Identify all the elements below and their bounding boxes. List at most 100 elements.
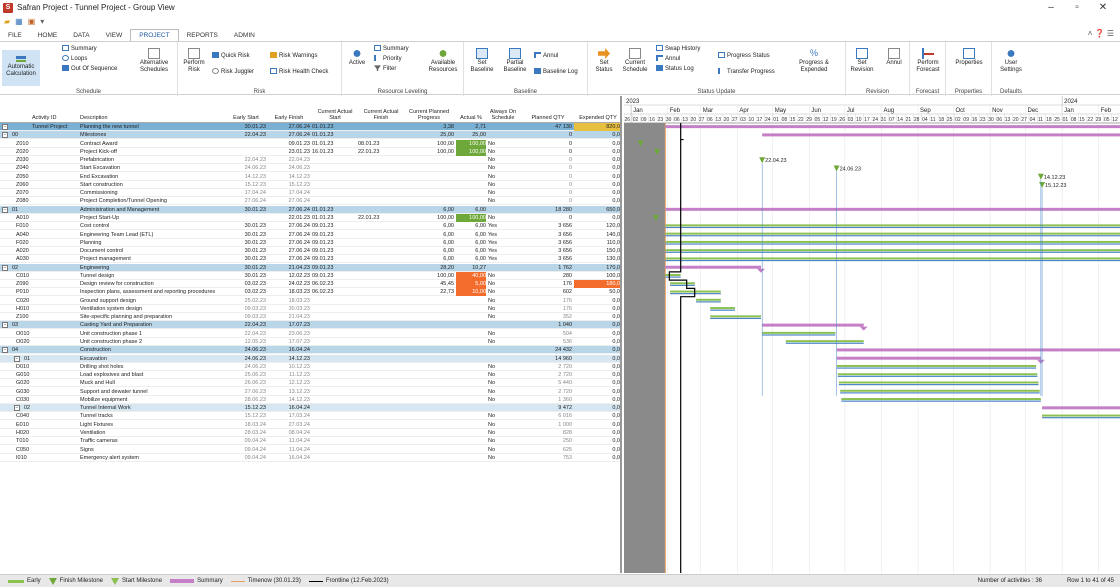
current-schedule-button[interactable]: Current Schedule <box>620 48 650 74</box>
layout-icon[interactable]: ▣ <box>28 17 36 26</box>
col-expended-qty[interactable]: Expended QTY <box>574 115 620 121</box>
automatic-calculation-button[interactable]: Automatic Calculation <box>2 50 40 86</box>
group-row[interactable]: −02 Tunnel Internal Work 15.12.23 16.04.24 9… <box>0 404 620 413</box>
table-row[interactable]: G010 Load explosives and blast 25.06.23 11.… <box>0 371 620 380</box>
table-row[interactable]: G020 Muck and Hull 26.06.23 12.12.23 No 5 440… <box>0 379 620 388</box>
grid-view-icon[interactable]: ▦ <box>15 17 23 26</box>
table-row[interactable]: C050 Signs 09.04.24 11.04.24 No 625 0,0 <box>0 446 620 454</box>
table-row[interactable]: Z090 Design review for construction 03.02.… <box>0 280 620 289</box>
group-row[interactable]: −03 Casting Yard and Preparation 22.04.23 1… <box>0 321 620 330</box>
col-early-start[interactable]: Early Start <box>226 115 266 121</box>
tab-view[interactable]: VIEW <box>98 30 131 41</box>
filter-button[interactable]: Filter <box>374 65 396 73</box>
table-row[interactable]: A010 Project Start-Up 22.01.23 01.01.23 22.0… <box>0 213 620 222</box>
revision-annul-button[interactable]: Annul <box>880 48 908 67</box>
transfer-progress-button[interactable]: Transfer Progress <box>718 68 775 76</box>
table-row[interactable]: A020 Document control 30.01.23 27.06.24 09.0… <box>0 247 620 256</box>
collapse-icon[interactable]: − <box>2 264 8 271</box>
table-row[interactable]: Z030 Prefabrication 22.04.23 22.04.23 No 0 0,0 <box>0 156 620 165</box>
user-settings-button[interactable]: User Settings <box>994 48 1028 74</box>
folder-icon[interactable]: ▰ <box>4 17 10 26</box>
group-row[interactable]: −01 Excavation 24.06.23 14.12.23 14 960 0,0 <box>0 354 620 363</box>
table-row[interactable]: H020 Ventilation 28.03.24 08.04.24 No 828 0,0 <box>0 429 620 437</box>
partial-baseline-button[interactable]: Partial Baseline <box>500 48 530 74</box>
status-log-button[interactable]: Status Log <box>656 65 694 73</box>
active-button[interactable]: Active <box>344 48 370 67</box>
col-actual-pct[interactable]: Actual % <box>456 115 486 121</box>
table-row[interactable]: O010 Unit construction phase 1 22.04.23 23.… <box>0 330 620 338</box>
table-row[interactable]: D010 Drilling shot holes 24.06.23 10.12.23 N… <box>0 363 620 371</box>
table-row[interactable]: A040 Engineering Team Lead (ETL) 30.01.23 2… <box>0 231 620 239</box>
swap-history-button[interactable]: Swap History <box>656 45 700 53</box>
group-row[interactable]: −01 Administration and Management 30.01.23… <box>0 205 620 214</box>
tab-file[interactable]: FILE <box>0 30 30 41</box>
table-row[interactable]: Z080 Project Completion/Tunnel Opening 27.… <box>0 197 620 206</box>
table-row[interactable]: C010 Tunnel design 30.01.23 12.02.23 09.01.2… <box>0 271 620 280</box>
group-row[interactable]: −02 Engineering 30.01.23 21.04.23 09.01.23 28… <box>0 263 620 272</box>
maximize-icon[interactable]: ▫ <box>1064 0 1090 15</box>
baseline-log-button[interactable]: Baseline Log <box>534 68 578 76</box>
col-description[interactable]: Description <box>80 115 210 121</box>
collapse-icon[interactable]: − <box>2 347 8 354</box>
col-actual-start[interactable]: Current Actual Start <box>312 109 358 121</box>
loops-button[interactable]: Loops <box>62 55 87 63</box>
table-row[interactable]: A030 Project management 30.01.23 27.06.24 09… <box>0 255 620 264</box>
quick-risk-button[interactable]: Quick Risk <box>212 52 250 60</box>
collapse-icon[interactable]: − <box>2 124 8 130</box>
set-baseline-button[interactable]: Set Baseline <box>468 48 496 74</box>
available-resources-button[interactable]: Available Resources <box>424 48 462 74</box>
collapse-icon[interactable]: − <box>14 355 20 362</box>
table-row[interactable]: E010 Light Fixtures 18.03.24 27.03.24 No 1 00… <box>0 421 620 429</box>
perform-forecast-button[interactable]: Perform Forecast <box>912 48 944 74</box>
out-of-sequence-button[interactable]: Out Of Sequence <box>62 65 117 73</box>
collapse-icon[interactable]: − <box>2 132 8 139</box>
table-row[interactable]: Z010 Contract Award 09.01.23 01.01.23 08.01.… <box>0 139 620 148</box>
table-row[interactable]: H010 Ventilation system design 09.03.23 30.… <box>0 305 620 313</box>
collapse-icon[interactable]: − <box>2 322 8 329</box>
baseline-annul-button[interactable]: Annul <box>534 52 558 60</box>
col-planned-progress[interactable]: Current Planned Progress <box>404 109 454 121</box>
gantt-canvas[interactable]: 2023 2024Jan Feb Mar Apr May Jun Jul Aug Sep Oct No… <box>624 96 1120 573</box>
customize-qat-icon[interactable]: ▾ <box>40 17 44 26</box>
close-icon[interactable]: ✕ <box>1090 0 1116 15</box>
collapse-icon[interactable]: − <box>2 206 8 213</box>
table-row[interactable]: F010 Cost control 30.01.23 27.06.24 09.01.23… <box>0 222 620 231</box>
tab-admin[interactable]: ADMIN <box>226 30 263 41</box>
tab-reports[interactable]: REPORTS <box>179 30 226 41</box>
status-annul-button[interactable]: Annul <box>656 55 680 63</box>
priority-button[interactable]: Priority <box>374 55 402 63</box>
risk-warnings-button[interactable]: Risk Warnings <box>270 52 317 60</box>
progress-status-button[interactable]: Progress Status <box>718 52 770 60</box>
risk-juggler-button[interactable]: Risk Juggler <box>212 68 254 76</box>
col-always-on-schedule[interactable]: Always On Schedule <box>486 109 520 121</box>
risk-health-check-button[interactable]: Risk Health Check <box>270 68 328 76</box>
group-row[interactable]: − Tunnel Project Planning the new tunnel 30… <box>0 123 620 131</box>
table-row[interactable]: I010 Emergency alert system 09.04.24 16.04.… <box>0 454 620 462</box>
set-status-button[interactable]: Set Status <box>592 48 616 74</box>
properties-button[interactable]: Properties <box>950 48 988 67</box>
col-early-finish[interactable]: Early Finish <box>268 115 310 121</box>
rl-summary-button[interactable]: Summary <box>374 45 409 53</box>
perform-risk-button[interactable]: Perform Risk <box>180 48 208 74</box>
collapse-icon[interactable]: − <box>14 405 20 412</box>
table-row[interactable]: P010 Inspection plans, assessment and rep… <box>0 288 620 297</box>
set-revision-button[interactable]: Set Revision <box>848 48 876 74</box>
alternative-schedules-button[interactable]: Alternative Schedules <box>132 48 176 74</box>
table-row[interactable]: Z060 Start construction 15.12.23 15.12.23 No… <box>0 181 620 189</box>
group-row[interactable]: −04 Construction 24.06.23 16.04.24 24 432 0,0 <box>0 346 620 355</box>
table-row[interactable]: T010 Traffic cameras 09.04.24 11.04.24 No 250… <box>0 437 620 446</box>
table-row[interactable]: Z100 Site-specific planning and preparati… <box>0 313 620 322</box>
table-row[interactable]: Z050 End Excavation 14.12.23 14.12.23 No 0 0,0 <box>0 173 620 181</box>
table-row[interactable]: C020 Ground support design 25.02.23 18.03.2… <box>0 297 620 305</box>
table-row[interactable]: F020 Planning 30.01.23 27.06.24 09.01.23 6,00… <box>0 239 620 247</box>
tab-home[interactable]: HOME <box>30 30 66 41</box>
table-row[interactable]: Z040 Start Excavation 24.06.23 24.06.23 No 0 0… <box>0 164 620 173</box>
summary-button[interactable]: Summary <box>62 45 97 53</box>
progress-expended-button[interactable]: % Progress & Expended <box>794 48 834 74</box>
col-activity-id[interactable]: Activity ID <box>32 115 72 121</box>
table-row[interactable]: G030 Support and dewater tunnel 27.06.23 13… <box>0 388 620 396</box>
col-actual-finish[interactable]: Current Actual Finish <box>358 109 404 121</box>
table-row[interactable]: C030 Mobilize equipment 28.06.23 14.12.23 No… <box>0 396 620 404</box>
tab-project[interactable]: PROJECT <box>130 29 179 41</box>
table-row[interactable]: Z070 Commissioning 17.04.24 17.04.24 No 0 0,0 <box>0 189 620 198</box>
